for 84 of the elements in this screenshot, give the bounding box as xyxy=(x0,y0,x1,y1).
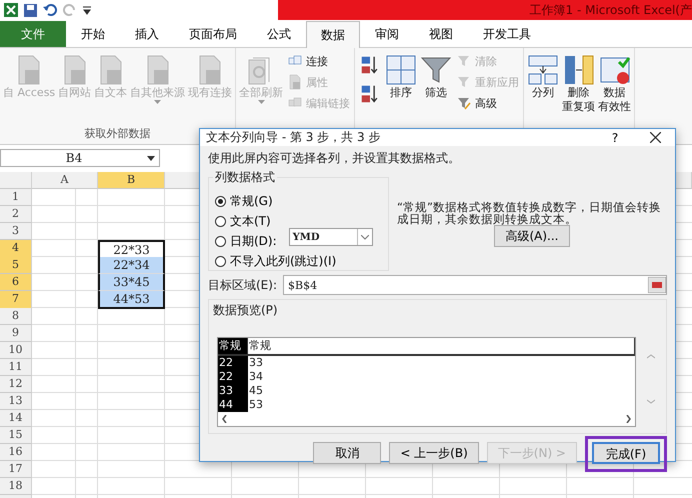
window-title: 工作簿1 - Microsoft Excel(产 xyxy=(530,2,692,18)
row-header[interactable]: 1 xyxy=(0,189,32,206)
ribbon-tab[interactable]: 视图 xyxy=(414,21,468,47)
column-header[interactable]: B xyxy=(98,172,165,189)
sort-icon xyxy=(385,54,418,86)
row-header[interactable]: 5 xyxy=(0,257,32,274)
row-header[interactable]: 11 xyxy=(0,359,32,376)
ribbon-button[interactable]: 筛选 xyxy=(419,52,454,102)
ribbon-tab[interactable]: 开发工具 xyxy=(468,21,546,47)
row-header[interactable]: 16 xyxy=(0,444,32,461)
radio-option[interactable]: 日期(D): xyxy=(215,232,277,250)
ribbon-button[interactable]: 排序 xyxy=(384,52,418,102)
row-header[interactable]: 15 xyxy=(0,427,32,444)
date-format-dropdown[interactable]: YMD xyxy=(288,228,373,246)
scroll-left-icon[interactable] xyxy=(222,415,227,423)
table-cell: 44*53 xyxy=(98,291,165,309)
ribbon-button[interactable]: 连接 xyxy=(285,52,352,70)
table-cell-text: 53 xyxy=(248,398,264,412)
ribbon-tab[interactable]: 开始 xyxy=(66,21,120,47)
row-header[interactable]: 10 xyxy=(0,342,32,359)
row-header[interactable]: 18 xyxy=(0,478,32,495)
spreadsheet-icon[interactable] xyxy=(4,3,18,17)
scroll-right-icon[interactable] xyxy=(626,415,631,423)
dialog-button[interactable]: < 上一步(B) xyxy=(389,442,479,464)
ribbon-button[interactable]: 数据 有效性 xyxy=(597,52,632,116)
row-header[interactable]: 7 xyxy=(0,291,32,309)
table-cell: 33 xyxy=(218,384,248,398)
dialog-button[interactable]: 完成(F) xyxy=(592,442,660,464)
radio-option[interactable]: 不导入此列(跳过)(I) xyxy=(215,252,336,270)
ribbon-tab[interactable]: 页面布局 xyxy=(174,21,252,47)
column-header[interactable]: 常规 xyxy=(248,338,635,356)
ribbon-button[interactable]: 高级 xyxy=(454,94,522,112)
row-header[interactable]: 9 xyxy=(0,325,32,342)
column-header[interactable]: A xyxy=(32,172,98,189)
chevron-down-icon xyxy=(360,234,369,240)
radio-option[interactable]: 常规(G) xyxy=(215,192,273,210)
row-header[interactable]: 8 xyxy=(0,308,32,325)
row-header[interactable]: 14 xyxy=(0,410,32,427)
row-header[interactable]: 6 xyxy=(0,274,32,291)
doc-icon xyxy=(287,74,304,90)
customize-icon[interactable] xyxy=(83,4,91,16)
row-header[interactable]: 3 xyxy=(0,223,32,240)
undo-icon[interactable] xyxy=(43,4,57,16)
dialog-title: 文本分列向导 - 第 3 步，共 3 步 xyxy=(206,129,382,146)
row-header[interactable]: 12 xyxy=(0,376,32,393)
table-cell: 44 xyxy=(218,398,248,412)
table-cell: 33*45 xyxy=(98,274,165,291)
help-button[interactable]: ? xyxy=(595,130,635,146)
column-header[interactable]: 常规 xyxy=(218,338,248,356)
table-cell: 22*34 xyxy=(98,257,165,274)
ribbon-button[interactable]: 删除 重复项 xyxy=(561,52,596,116)
validation-icon xyxy=(598,54,631,86)
row-header[interactable]: 13 xyxy=(0,393,32,410)
dialog-button[interactable]: 取消 xyxy=(313,442,382,464)
name-box[interactable]: B4 xyxy=(0,149,160,167)
save-icon[interactable] xyxy=(24,4,37,16)
ribbon-tab[interactable]: 插入 xyxy=(120,21,174,47)
advanced-filter-icon xyxy=(456,95,472,111)
description-text: “常规”数据格式将数值转换成数字，日期值会转换成日期，其余数据则转换成文本。 xyxy=(397,201,662,225)
table-cell: 22 xyxy=(218,356,248,370)
table-cell-text: 45 xyxy=(248,384,264,398)
ribbon-button[interactable]: 分列 xyxy=(526,52,560,102)
remove-duplicates-icon xyxy=(562,54,595,86)
group-label: 数据预览(P) xyxy=(213,302,279,319)
advanced-button[interactable]: 高级(A)... xyxy=(494,225,570,247)
instruction-text: 使用此屏内容可选择各列，并设置其数据格式。 xyxy=(208,150,461,167)
group-label: 列数据格式 xyxy=(213,169,277,186)
ribbon-tab[interactable]: 公式 xyxy=(252,21,306,47)
ribbon-tab[interactable]: 审阅 xyxy=(360,21,414,47)
field-label: 目标区域(E): xyxy=(208,276,277,294)
ribbon-tab[interactable]: 文件 xyxy=(0,21,66,47)
close-icon xyxy=(650,132,660,143)
row-header[interactable]: 2 xyxy=(0,206,32,223)
group-label: 获取外部数据 xyxy=(84,127,151,140)
ribbon-tab[interactable]: 数据 xyxy=(306,21,360,48)
split-columns-icon xyxy=(527,54,560,86)
radio-option[interactable]: 文本(T) xyxy=(215,212,271,230)
table-cell-text: 33 xyxy=(248,356,264,370)
row-header[interactable]: 17 xyxy=(0,461,32,478)
collapse-icon[interactable] xyxy=(648,277,666,293)
dropdown-icon xyxy=(147,156,155,160)
destination-field[interactable]: $B$4 xyxy=(283,275,667,295)
table-cell-text: 34 xyxy=(248,370,264,384)
table-cell: 22 xyxy=(218,370,248,384)
